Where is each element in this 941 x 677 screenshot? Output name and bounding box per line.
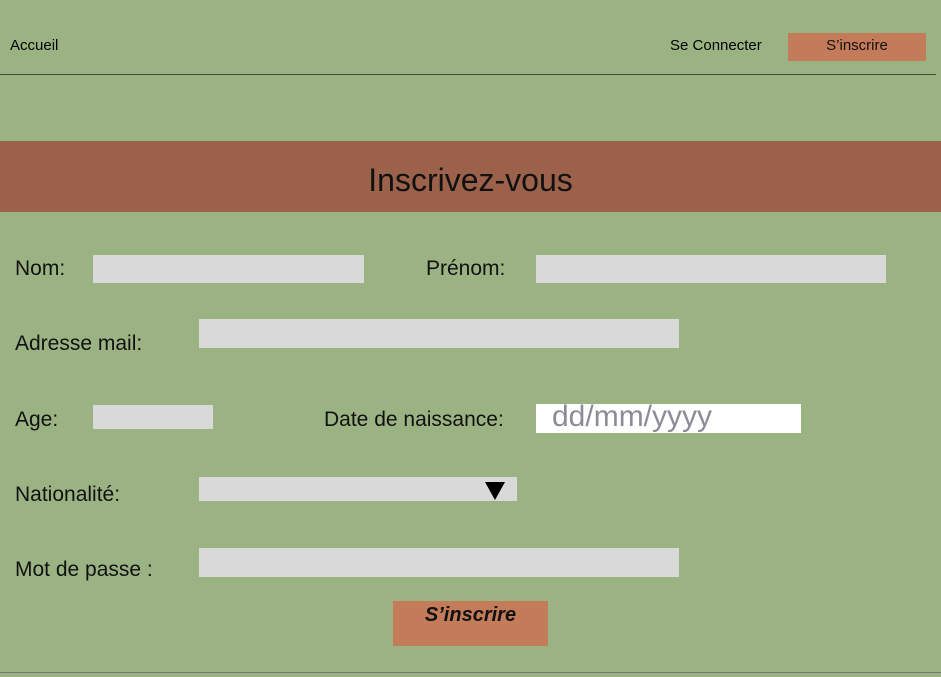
age-input[interactable] bbox=[93, 405, 213, 429]
prenom-input[interactable] bbox=[536, 255, 886, 283]
nom-input[interactable] bbox=[93, 255, 364, 283]
triangle-down-icon bbox=[485, 482, 505, 500]
bottom-divider bbox=[0, 672, 941, 673]
nav-login-link[interactable]: Se Connecter bbox=[670, 37, 762, 54]
nav-signup-button[interactable]: S’inscrire bbox=[788, 33, 926, 61]
password-label: Mot de passe : bbox=[15, 558, 153, 581]
email-label: Adresse mail: bbox=[15, 332, 143, 355]
email-input[interactable] bbox=[199, 319, 679, 348]
nationality-select[interactable] bbox=[199, 477, 517, 501]
submit-button[interactable]: S’inscrire bbox=[393, 601, 548, 646]
nav-home-link[interactable]: Accueil bbox=[10, 37, 58, 54]
page-title: Inscrivez-vous bbox=[368, 162, 573, 198]
birthdate-label: Date de naissance: bbox=[324, 408, 504, 431]
password-input[interactable] bbox=[199, 548, 679, 577]
birthdate-placeholder: dd/mm/yyyy bbox=[552, 404, 713, 433]
nationality-label: Nationalité: bbox=[15, 483, 121, 506]
nom-label: Nom: bbox=[15, 257, 66, 280]
birthdate-input[interactable]: dd/mm/yyyy bbox=[536, 404, 801, 433]
age-label: Age: bbox=[15, 408, 59, 431]
prenom-label: Prénom: bbox=[426, 257, 506, 280]
page-banner: Inscrivez-vous bbox=[0, 141, 941, 212]
nav-divider bbox=[0, 74, 936, 75]
